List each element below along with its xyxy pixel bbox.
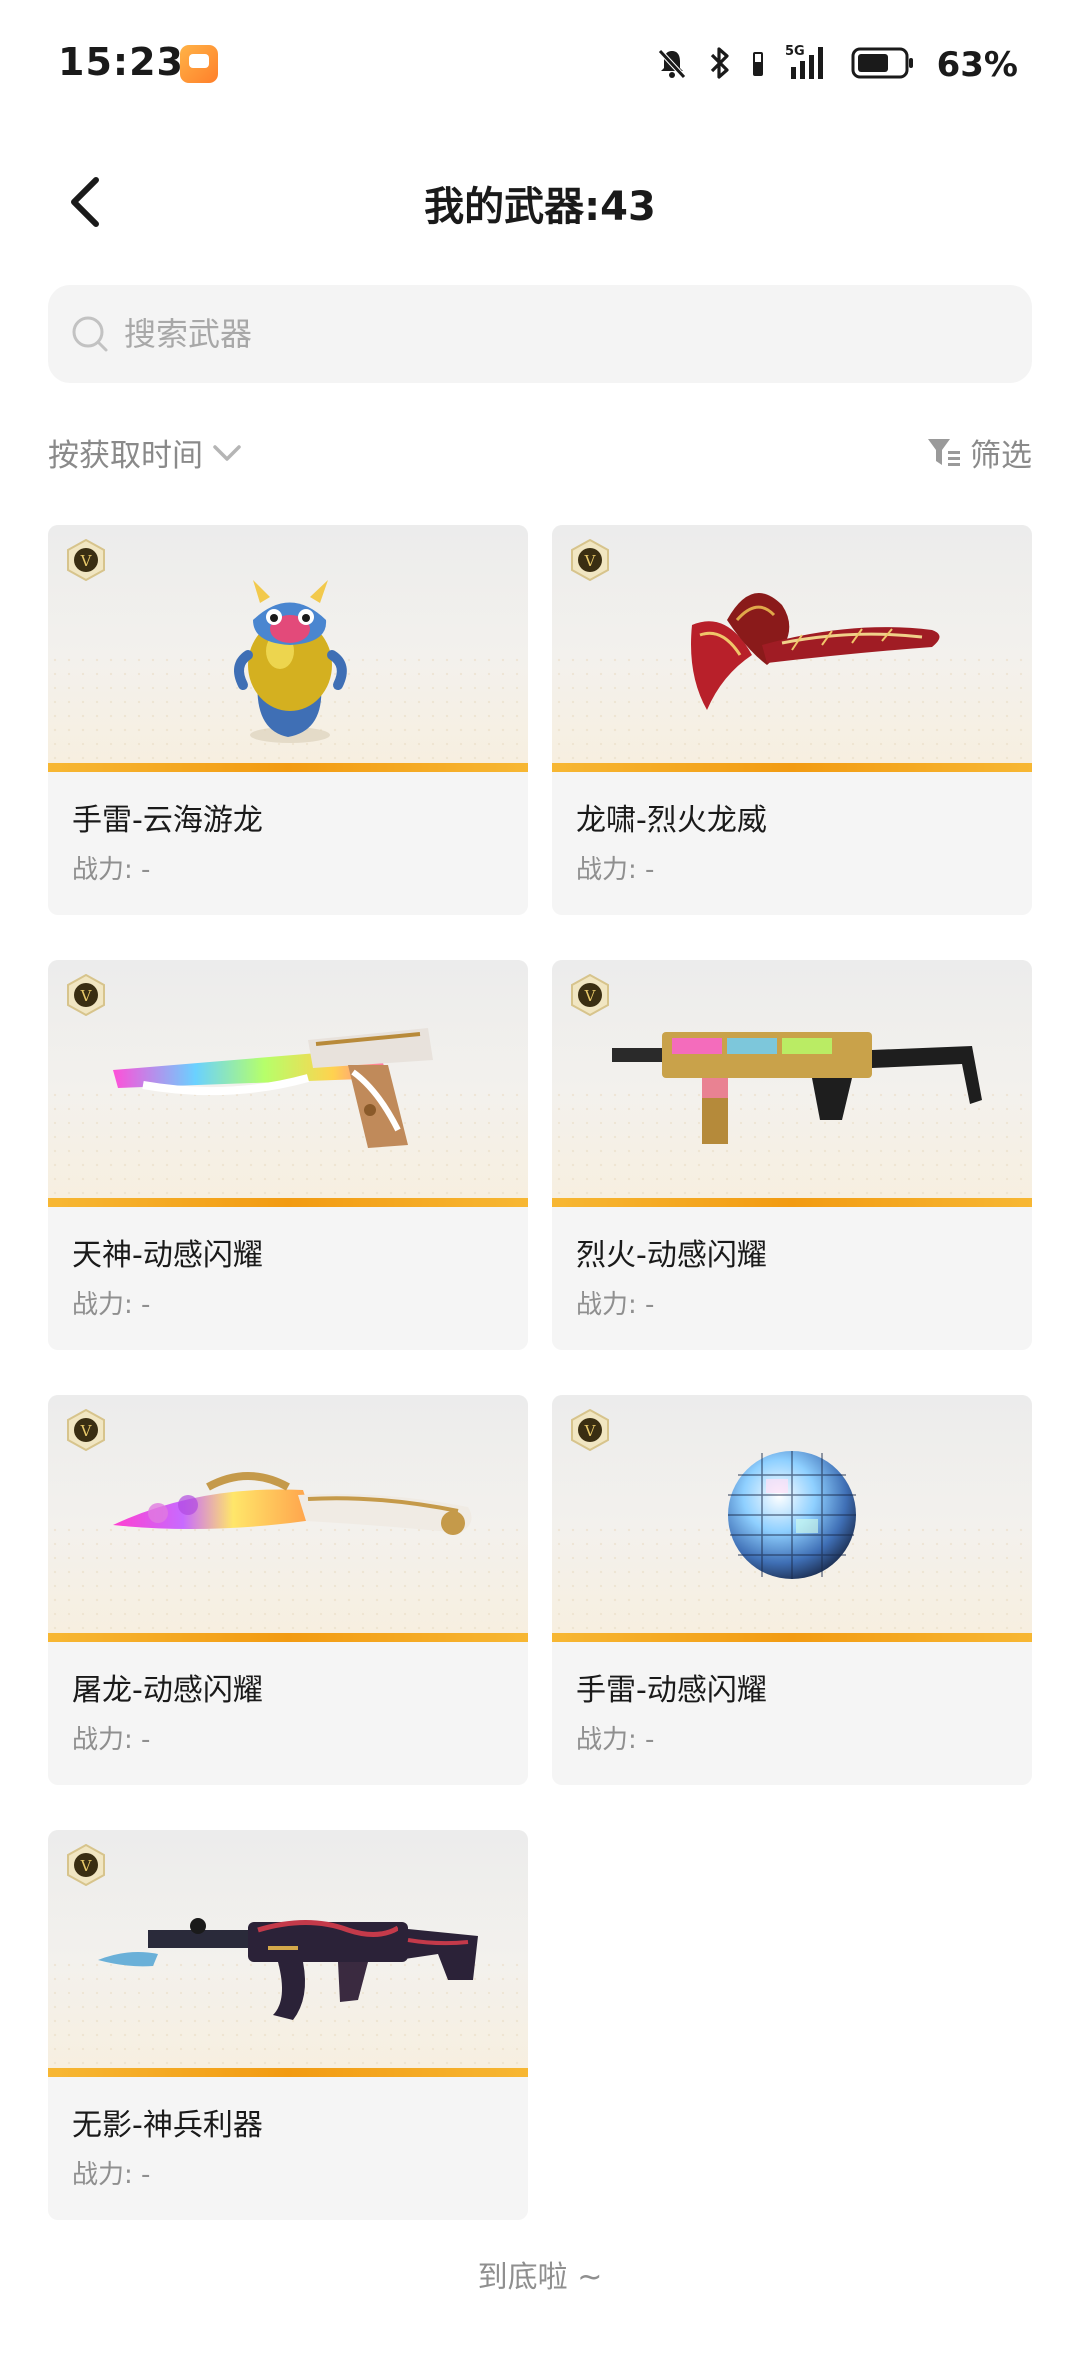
weapon-card[interactable]: V 手雷-云海游龙 战力: - — [48, 525, 528, 915]
rainbow-pistol-image — [113, 1028, 433, 1148]
weapon-name: 烈火-动感闪耀 — [576, 1238, 767, 1273]
weapon-power: 战力: - — [72, 1725, 151, 1755]
svg-text:V: V — [80, 1422, 93, 1440]
chevron-down-icon — [213, 444, 241, 461]
gold-smg-image — [612, 1032, 982, 1144]
v-badge-icon: V — [67, 974, 105, 1016]
weapon-name: 天神-动感闪耀 — [72, 1238, 263, 1273]
svg-text:V: V — [584, 552, 597, 570]
svg-text:V: V — [584, 987, 597, 1005]
rarity-bar — [48, 1633, 528, 1642]
rainbow-knife-image — [113, 1472, 472, 1535]
weapon-name: 无影-神兵利器 — [72, 2108, 263, 2143]
v-badge-icon: V — [67, 1409, 105, 1451]
weapon-card[interactable]: V 手雷-动感闪耀 战力: - — [552, 1395, 1032, 1785]
svg-text:V: V — [80, 987, 93, 1005]
v-badge-icon: V — [571, 1409, 609, 1451]
dragon-grenade-image — [234, 580, 347, 743]
sort-label: 按获取时间 — [48, 438, 203, 474]
weapon-power: 战力: - — [72, 855, 151, 885]
weapon-name: 龙啸-烈火龙威 — [576, 803, 767, 838]
sim-icon — [751, 48, 765, 82]
sort-filter-row: 按获取时间 筛选 — [48, 430, 1032, 486]
weapon-card[interactable]: V 龙啸-烈火龙威 战力: - — [552, 525, 1032, 915]
page-title: 我的武器:43 — [424, 184, 656, 230]
rarity-bar — [48, 2068, 528, 2077]
filter-label: 筛选 — [970, 438, 1032, 474]
disco-ball-image — [728, 1451, 856, 1579]
search-input[interactable] — [122, 314, 986, 354]
weapon-power: 战力: - — [72, 1290, 151, 1320]
video-app-icon — [180, 45, 218, 83]
battery-percent: 63% — [936, 45, 1018, 85]
rarity-bar — [48, 763, 528, 772]
mute-bell-icon — [655, 46, 689, 84]
weapon-name: 屠龙-动感闪耀 — [72, 1673, 263, 1708]
end-of-list-text: 到底啦 ~ — [477, 2260, 603, 2295]
weapon-power: 战力: - — [576, 1290, 655, 1320]
battery-icon — [851, 46, 915, 84]
weapon-card[interactable]: V 天神-动感闪耀 战力: - — [48, 960, 528, 1350]
filter-button[interactable]: 筛选 — [926, 430, 1032, 475]
weapon-grid: V 手雷-云海游龙 战力: - V 龙啸-烈火龙威 战力: - V 天神-动感闪… — [48, 525, 1032, 2220]
svg-text:5G: 5G — [785, 44, 805, 59]
v-badge-icon: V — [67, 1844, 105, 1886]
weapon-name: 手雷-云海游龙 — [72, 803, 263, 838]
svg-text:V: V — [584, 1422, 597, 1440]
svg-text:V: V — [80, 1857, 93, 1875]
rarity-bar — [552, 1198, 1032, 1207]
weapon-card[interactable]: V 屠龙-动感闪耀 战力: - — [48, 1395, 528, 1785]
weapon-power: 战力: - — [576, 1725, 655, 1755]
v-badge-icon: V — [571, 539, 609, 581]
sort-dropdown[interactable]: 按获取时间 — [48, 430, 243, 475]
v-badge-icon: V — [571, 974, 609, 1016]
red-axe-image — [691, 593, 940, 710]
search-icon — [70, 314, 110, 354]
signal-5g-icon: 5G — [783, 43, 833, 87]
status-time: 15:23 — [58, 40, 184, 84]
svg-text:V: V — [80, 552, 93, 570]
rarity-bar — [552, 763, 1032, 772]
weapon-power: 战力: - — [72, 2160, 151, 2190]
weapon-card[interactable]: V 烈火-动感闪耀 战力: - — [552, 960, 1032, 1350]
weapon-card[interactable]: V 无影-神兵利器 战力: - — [48, 1830, 528, 2220]
bluetooth-icon — [707, 45, 733, 85]
status-icons: 5G 63% — [655, 40, 1018, 90]
weapon-power: 战力: - — [576, 855, 655, 885]
rarity-bar — [552, 1633, 1032, 1642]
search-bar[interactable] — [48, 285, 1032, 383]
filter-icon — [928, 438, 960, 466]
status-bar: 15:23 5G 63% — [0, 0, 1080, 130]
rarity-bar — [48, 1198, 528, 1207]
weapon-name: 手雷-动感闪耀 — [576, 1673, 767, 1708]
page-header: 我的武器:43 — [0, 150, 1080, 260]
dark-rifle-image — [98, 1918, 478, 2020]
v-badge-icon: V — [67, 539, 105, 581]
